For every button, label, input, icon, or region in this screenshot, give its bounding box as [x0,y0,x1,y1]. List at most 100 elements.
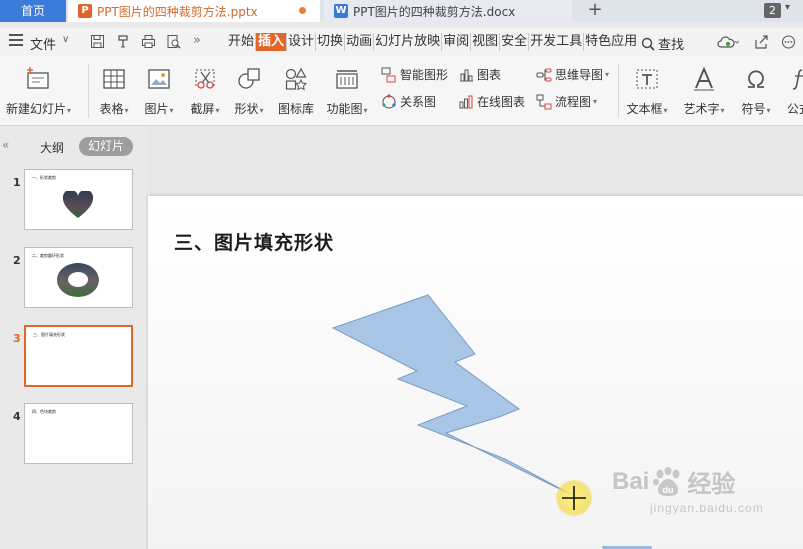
smart-art-icon [381,67,396,82]
slide-thumbnail-2[interactable]: 二、裁剪圆环形状 [24,247,133,308]
slide-number: 3 [13,332,21,345]
new-slide-button[interactable]: 新建幻灯片▾ [6,66,71,117]
chart-button[interactable]: 图表 [458,66,501,83]
textbox-button[interactable]: 文本框▾ [624,66,670,117]
word-art-icon [691,66,717,92]
more-options-icon[interactable] [781,35,796,49]
tab-animation[interactable]: 动画 [345,33,375,51]
ring-picture-icon [56,263,99,297]
mind-map-label: 思维导图 [555,68,604,82]
more-commands-button[interactable]: » [193,33,201,48]
share-icon[interactable] [754,35,769,49]
slide-number: 1 [13,176,21,189]
picture-button[interactable]: 图片▾ [141,66,177,117]
paw-logo-icon: du [653,466,680,496]
ribbon-tabs: 开始 插入 设计 切换 动画 幻灯片放映 审阅 视图 安全 开发工具 特色应用 [227,33,638,51]
shape-button[interactable]: 形状▾ [231,66,267,117]
baidu-jingyan-watermark: Bai du 经验 jingyan.baidu.com [612,464,764,515]
chart-label: 图表 [477,68,502,82]
shape-label: 形状 [234,102,259,116]
tab-developer[interactable]: 开发工具 [529,33,585,51]
search-button[interactable]: 查找 [641,34,684,53]
smart-art-button[interactable]: 智能图形 [381,66,448,83]
tab-insert[interactable]: 插入 [256,33,288,51]
function-chart-icon [334,66,360,92]
tab-slideshow[interactable]: 幻灯片放映 [374,33,443,51]
chevron-down-icon[interactable]: ▾ [785,2,790,13]
tab-label: PPT图片的四种裁剪方法.docx [353,4,516,19]
symbol-label: 符号 [741,102,766,116]
insert-ribbon: 新建幻灯片▾ 表格▾ 图片▾ 截屏▾ 形状▾ 图标库 功能图▾ 智能图形 关系图… [0,56,803,126]
scissors-icon [192,66,218,92]
icon-library-icon [283,66,309,92]
thumb-title: 一、形状裁剪 [32,175,56,180]
function-chart-label: 功能图 [326,102,363,116]
tab-review[interactable]: 审阅 [442,33,472,51]
hamburger-menu-icon[interactable] [9,34,23,49]
textbox-label: 文本框 [626,102,663,116]
textbox-icon [634,66,660,92]
tab-design[interactable]: 设计 [287,33,317,51]
thumb-title: 二、裁剪圆环形状 [32,253,64,258]
window-count-badge[interactable]: 2 [764,3,781,18]
table-icon [101,66,127,92]
slide-thumbnail-3[interactable]: 三、图片填充形状 [24,325,133,387]
mind-map-icon [536,68,552,81]
file-menu[interactable]: 文件 [30,34,56,53]
new-tab-button[interactable]: + [585,0,605,22]
tab-transitions[interactable]: 切换 [316,33,346,51]
wps-window: 首页 P PPT图片的四种裁剪方法.pptx W PPT图片的四种裁剪方法.do… [0,0,803,549]
online-chart-button[interactable]: 在线图表 [458,93,525,110]
watermark-brand-right: 经验 [687,471,736,498]
outline-tab[interactable]: 大纲 [40,139,64,156]
tab-home[interactable]: 开始 [227,33,257,51]
format-painter-icon[interactable] [116,34,131,49]
search-icon [641,37,655,51]
tab-special-features[interactable]: 特色应用 [584,33,638,51]
print-icon[interactable] [141,34,156,49]
home-tab[interactable]: 首页 [0,0,66,22]
ppt-file-icon: P [78,4,92,18]
tab-pptx-document[interactable]: P PPT图片的四种裁剪方法.pptx [68,0,320,22]
slides-tab[interactable]: 幻灯片 [79,137,133,156]
crosshair-cursor-icon [562,486,586,510]
collapse-panel-icon[interactable]: « [2,138,9,152]
table-button[interactable]: 表格▾ [96,66,132,117]
mind-map-button[interactable]: 思维导图 ▾ [536,66,609,83]
tab-view[interactable]: 视图 [471,33,501,51]
smart-art-label: 智能图形 [400,68,449,82]
cloud-sync-icon[interactable] [717,35,739,49]
icon-library-button[interactable]: 图标库 [276,66,316,117]
formula-icon [786,66,803,92]
tab-bar: 首页 P PPT图片的四种裁剪方法.pptx W PPT图片的四种裁剪方法.do… [0,0,803,22]
flowchart-label: 流程图 [555,95,592,109]
slide-number: 2 [13,254,21,267]
flowchart-button[interactable]: 流程图 ▾ [536,93,597,110]
tab-docx-document[interactable]: W PPT图片的四种裁剪方法.docx [324,0,572,22]
slide-thumbnail-1[interactable]: 一、形状裁剪 [24,169,133,230]
relation-chart-icon [382,93,396,108]
bar-chart-icon [460,69,473,81]
flowchart-icon [536,94,552,109]
watermark-url: jingyan.baidu.com [650,501,764,515]
screenshot-button[interactable]: 截屏▾ [187,66,223,117]
slide-number: 4 [13,410,21,423]
relation-chart-button[interactable]: 关系图 [381,93,436,110]
chevron-down-icon[interactable]: ∨ [62,34,69,45]
new-slide-icon [25,66,51,92]
function-chart-button[interactable]: 功能图▾ [324,66,370,117]
tab-security[interactable]: 安全 [500,33,530,51]
symbol-button[interactable]: 符号▾ [738,66,774,117]
omega-symbol-icon [743,66,769,92]
new-slide-label: 新建幻灯片 [6,102,67,116]
slide-editing-area[interactable]: 三、图片填充形状 Bai du 经验 jingyan.baidu.com [146,126,803,549]
formula-label: 公式 [786,102,803,116]
word-art-button[interactable]: 艺术字▾ [681,66,727,117]
formula-button[interactable]: 公式 [784,66,803,117]
word-file-icon: W [334,4,348,18]
slide-thumbnail-4[interactable]: 四、色块裁剪 [24,403,133,464]
print-preview-icon[interactable] [166,34,181,49]
screenshot-label: 截屏 [190,102,215,116]
table-label: 表格 [99,102,124,116]
save-icon[interactable] [90,34,105,49]
